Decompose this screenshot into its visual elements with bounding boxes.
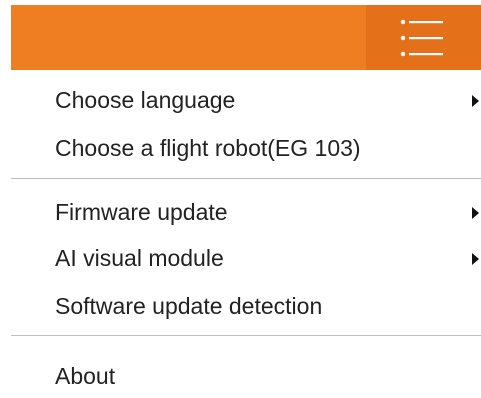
menu-item-software-update-detection[interactable]: Software update detection (11, 284, 481, 328)
menu-button[interactable] (366, 5, 481, 70)
menu-item-label: Software update detection (55, 293, 323, 319)
menu-separator (11, 178, 481, 179)
menu-item-choose-flight-robot[interactable]: Choose a flight robot(EG 103) (11, 126, 481, 170)
menu-item-label: Firmware update (55, 199, 228, 225)
menu-item-firmware-update[interactable]: Firmware update (11, 190, 481, 234)
caret-right-icon (472, 95, 479, 107)
dropdown-menu: Choose language Choose a flight robot(EG… (11, 72, 481, 390)
menu-separator (11, 335, 481, 336)
menu-item-ai-visual-module[interactable]: AI visual module (11, 236, 481, 280)
caret-right-icon (472, 207, 479, 219)
hamburger-list-icon (400, 19, 443, 57)
menu-item-label: Choose a flight robot(EG 103) (55, 135, 361, 161)
menu-item-label: Choose language (55, 87, 236, 113)
menu-item-about[interactable]: About (11, 354, 481, 398)
menu-item-label: AI visual module (55, 245, 224, 271)
menu-item-choose-language[interactable]: Choose language (11, 78, 481, 122)
caret-right-icon (472, 253, 479, 265)
title-bar (11, 5, 481, 70)
menu-item-label: About (55, 363, 116, 389)
